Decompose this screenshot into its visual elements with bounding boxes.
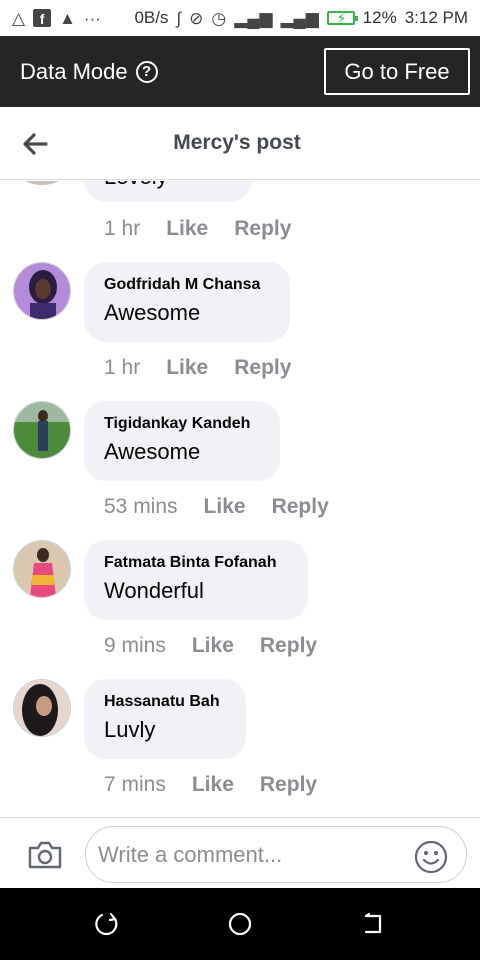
comment-composer	[0, 817, 480, 888]
comment-bubble[interactable]: Lovely	[84, 181, 252, 202]
comment-author[interactable]: Fatmata Binta Fofanah	[104, 554, 288, 572]
comment-text: Awesome	[104, 439, 201, 464]
comment-bubble[interactable]: Godfridah M Chansa Awesome	[84, 262, 290, 342]
back-icon[interactable]	[360, 911, 386, 937]
comment-bubble[interactable]: Hassanatu Bah Luvly	[84, 679, 246, 759]
avatar[interactable]	[13, 262, 71, 320]
comment-time: 7 mins	[104, 773, 166, 796]
comment-text: Awesome	[104, 300, 201, 325]
like-button[interactable]: Like	[192, 634, 234, 658]
avatar[interactable]	[13, 540, 71, 598]
data-mode-bar: Data Mode ? Go to Free	[0, 36, 480, 107]
comment-meta: 9 mins Like Reply	[104, 634, 317, 658]
comment-item: Hassanatu Bah Luvly	[0, 679, 480, 759]
more-icon: ···	[83, 8, 101, 28]
comment-bubble[interactable]: Fatmata Binta Fofanah Wonderful	[84, 540, 308, 620]
comment-bubble[interactable]: Tigidankay Kandeh Awesome	[84, 401, 280, 481]
reply-button[interactable]: Reply	[234, 356, 291, 380]
comment-item: Fatmata Binta Fofanah Wonderful	[0, 540, 480, 620]
system-nav-bar	[0, 888, 480, 960]
alert-triangle-icon: △	[12, 8, 26, 28]
back-arrow-icon[interactable]	[20, 129, 50, 159]
comment-text: Lovely	[104, 181, 168, 190]
comment-input[interactable]	[85, 826, 467, 883]
avatar[interactable]	[13, 679, 71, 737]
comment-text: Luvly	[104, 717, 156, 742]
like-button[interactable]: Like	[204, 495, 246, 519]
warning-icon: ▲	[59, 8, 76, 28]
comment-meta: 1 hr Like Reply	[104, 356, 291, 380]
go-to-free-button[interactable]: Go to Free	[324, 48, 470, 95]
comment-time: 9 mins	[104, 634, 166, 657]
status-left: △ f ▲ ···	[12, 9, 101, 27]
home-icon[interactable]	[227, 911, 253, 937]
like-button[interactable]: Like	[166, 217, 208, 241]
comment-author[interactable]: Hassanatu Bah	[104, 693, 226, 711]
help-icon[interactable]: ?	[135, 60, 158, 83]
comment-meta: 1 hr Like Reply	[104, 217, 291, 241]
rotate-icon: ⊘	[189, 8, 204, 28]
reply-button[interactable]: Reply	[260, 773, 317, 797]
comment-meta: 7 mins Like Reply	[104, 773, 317, 797]
comment-list[interactable]: Lovely 1 hr Like Reply Godfridah M Chans…	[0, 181, 480, 817]
emoji-icon[interactable]	[414, 840, 448, 874]
comment-text: Wonderful	[104, 578, 204, 603]
alarm-icon: ◷	[211, 8, 227, 28]
comment-time: 1 hr	[104, 217, 141, 240]
data-mode-label-group: Data Mode ?	[20, 59, 158, 85]
facebook-icon: f	[33, 9, 52, 27]
signal-icon: ▂▄▆	[234, 8, 273, 28]
reply-button[interactable]: Reply	[234, 217, 291, 241]
comment-author[interactable]: Godfridah M Chansa	[104, 276, 270, 294]
data-mode-label: Data Mode	[20, 58, 128, 84]
clock: 3:12 PM	[404, 8, 468, 27]
comment-time: 1 hr	[104, 356, 141, 379]
comment-item: Godfridah M Chansa Awesome	[0, 262, 480, 342]
page-title: Mercy's post	[173, 131, 301, 154]
reply-button[interactable]: Reply	[260, 634, 317, 658]
battery-charging-icon: ⚡	[326, 10, 358, 26]
avatar[interactable]	[13, 401, 71, 459]
status-bar: △ f ▲ ··· 0B/s ∫ ⊘ ◷ ▂▄▆ ▂▄▆ ⚡ 12% 3:12 …	[0, 0, 480, 36]
camera-icon[interactable]	[27, 840, 63, 870]
like-button[interactable]: Like	[166, 356, 208, 380]
signal-icon: ▂▄▆	[280, 8, 319, 28]
battery-percent: 12%	[362, 8, 397, 27]
avatar[interactable]	[13, 181, 71, 185]
recents-icon[interactable]	[94, 911, 120, 937]
reply-button[interactable]: Reply	[272, 495, 329, 519]
like-button[interactable]: Like	[192, 773, 234, 797]
comment-time: 53 mins	[104, 495, 178, 518]
comment-item: Tigidankay Kandeh Awesome	[0, 401, 480, 481]
comment-meta: 53 mins Like Reply	[104, 495, 329, 519]
header: Mercy's post	[0, 107, 480, 180]
bluetooth-icon: ∫	[176, 8, 182, 28]
network-speed: 0B/s	[134, 8, 169, 27]
comment-author[interactable]: Tigidankay Kandeh	[104, 415, 260, 433]
status-right: 0B/s ∫ ⊘ ◷ ▂▄▆ ▂▄▆ ⚡ 12% 3:12 PM	[134, 8, 468, 28]
